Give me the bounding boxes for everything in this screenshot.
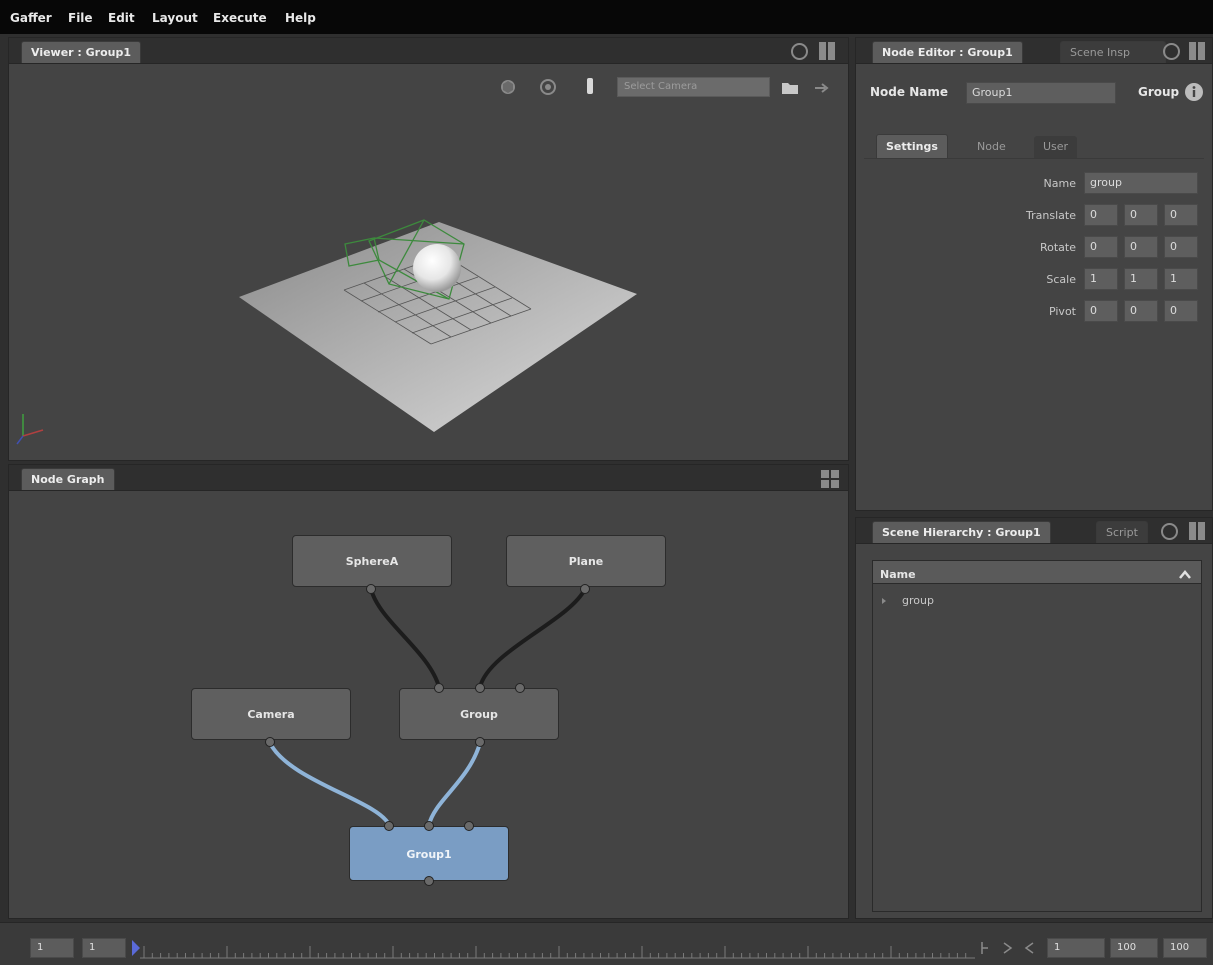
wire-camera-group1[interactable] xyxy=(268,742,391,827)
field-label-scale: Scale xyxy=(1046,273,1076,286)
step-back-icon[interactable] xyxy=(1024,940,1036,956)
tab-scene-inspector[interactable]: Scene Insp xyxy=(1060,41,1166,63)
tab-viewer[interactable]: Viewer : Group1 xyxy=(21,41,142,63)
plug-group1-out[interactable] xyxy=(424,876,434,886)
axis-gizmo xyxy=(16,414,44,445)
play-icon[interactable] xyxy=(980,940,994,956)
node-name-input[interactable]: Group1 xyxy=(966,82,1116,104)
plug-group1-in2[interactable] xyxy=(464,821,474,831)
rotate-x[interactable]: 0 xyxy=(1084,236,1118,258)
layout-split-icon[interactable] xyxy=(1189,42,1205,60)
menu-edit[interactable]: Edit xyxy=(108,11,135,25)
menu-execute[interactable]: Execute xyxy=(213,11,267,25)
timeline-current-field[interactable]: 1 xyxy=(1047,938,1105,958)
field-label-pivot: Pivot xyxy=(1048,305,1076,318)
tab-node-editor[interactable]: Node Editor : Group1 xyxy=(872,41,1023,63)
sort-chevron-up-icon[interactable] xyxy=(1178,569,1192,581)
timeline-ruler[interactable] xyxy=(140,940,975,960)
timeline-end-field[interactable]: 100 xyxy=(1110,938,1158,958)
tab-scene-hierarchy[interactable]: Scene Hierarchy : Group1 xyxy=(872,521,1051,543)
plug-group-in1[interactable] xyxy=(475,683,485,693)
scale-x[interactable]: 1 xyxy=(1084,268,1118,290)
node-name-label: Node Name xyxy=(870,85,948,99)
menu-file[interactable]: File xyxy=(68,11,93,25)
layout-grid-icon[interactable] xyxy=(821,470,839,488)
scale-z[interactable]: 1 xyxy=(1164,268,1198,290)
tab-script[interactable]: Script xyxy=(1096,521,1148,543)
layout-split-icon[interactable] xyxy=(1189,522,1205,540)
pin-circle-icon[interactable] xyxy=(1161,523,1178,540)
pivot-x[interactable]: 0 xyxy=(1084,300,1118,322)
timeline-start-field[interactable]: 1 xyxy=(30,938,74,958)
node-type-label: Group xyxy=(1138,85,1180,99)
menu-help[interactable]: Help xyxy=(285,11,316,25)
menu-layout[interactable]: Layout xyxy=(152,11,198,25)
node-plane[interactable]: Plane xyxy=(506,535,666,587)
tab-user[interactable]: User xyxy=(1034,136,1078,158)
translate-y[interactable]: 0 xyxy=(1124,204,1158,226)
rotate-y[interactable]: 0 xyxy=(1124,236,1158,258)
menu-bar: Gaffer File Edit Layout Execute Help xyxy=(0,0,1213,34)
plug-group-out[interactable] xyxy=(475,737,485,747)
layout-split-icon[interactable] xyxy=(819,42,835,60)
pivot-y[interactable]: 0 xyxy=(1124,300,1158,322)
timeline-current-left-field[interactable]: 1 xyxy=(82,938,126,958)
field-label-name: Name xyxy=(1043,177,1076,190)
wire-group-group1[interactable] xyxy=(427,742,482,826)
tab-divider xyxy=(864,158,1204,159)
node-spherea[interactable]: SphereA xyxy=(292,535,452,587)
tab-node[interactable]: Node xyxy=(968,136,1015,158)
pivot-z[interactable]: 0 xyxy=(1164,300,1198,322)
plug-group-in2[interactable] xyxy=(515,683,525,693)
playhead-icon[interactable] xyxy=(132,940,140,956)
timeline-max-field[interactable]: 100 xyxy=(1163,938,1207,958)
scale-y[interactable]: 1 xyxy=(1124,268,1158,290)
rotate-z[interactable]: 0 xyxy=(1164,236,1198,258)
plug-camera-out[interactable] xyxy=(265,737,275,747)
plug-group-in0[interactable] xyxy=(434,683,444,693)
node-group1[interactable]: Group1 xyxy=(349,826,509,881)
translate-x[interactable]: 0 xyxy=(1084,204,1118,226)
wire-plane-group[interactable] xyxy=(478,588,587,688)
viewport-3d[interactable] xyxy=(9,64,848,460)
step-forward-icon[interactable] xyxy=(1002,940,1014,956)
node-group[interactable]: Group xyxy=(399,688,559,740)
expand-arrow-icon[interactable] xyxy=(880,597,888,605)
hierarchy-item-group[interactable]: group xyxy=(902,594,934,607)
plug-plane-out[interactable] xyxy=(580,584,590,594)
node-camera[interactable]: Camera xyxy=(191,688,351,740)
name-input[interactable]: group xyxy=(1084,172,1198,194)
column-header-name[interactable]: Name xyxy=(880,568,916,581)
plug-group1-in1[interactable] xyxy=(424,821,434,831)
translate-z[interactable]: 0 xyxy=(1164,204,1198,226)
tab-settings[interactable]: Settings xyxy=(876,134,948,158)
info-icon[interactable] xyxy=(1184,82,1204,102)
hierarchy-tree[interactable] xyxy=(872,560,1202,912)
field-label-translate: Translate xyxy=(1026,209,1076,222)
sphere xyxy=(413,244,461,292)
tab-node-graph[interactable]: Node Graph xyxy=(21,468,115,490)
hierarchy-header[interactable] xyxy=(872,560,1202,584)
menu-gaffer[interactable]: Gaffer xyxy=(10,11,52,25)
field-label-rotate: Rotate xyxy=(1039,241,1076,254)
wire-spherea-group[interactable] xyxy=(369,588,441,688)
pin-circle-icon[interactable] xyxy=(1163,43,1180,60)
plug-group1-in0[interactable] xyxy=(384,821,394,831)
node-graph-tabbar xyxy=(9,465,848,491)
pin-circle-icon[interactable] xyxy=(791,43,808,60)
plug-spherea-out[interactable] xyxy=(366,584,376,594)
